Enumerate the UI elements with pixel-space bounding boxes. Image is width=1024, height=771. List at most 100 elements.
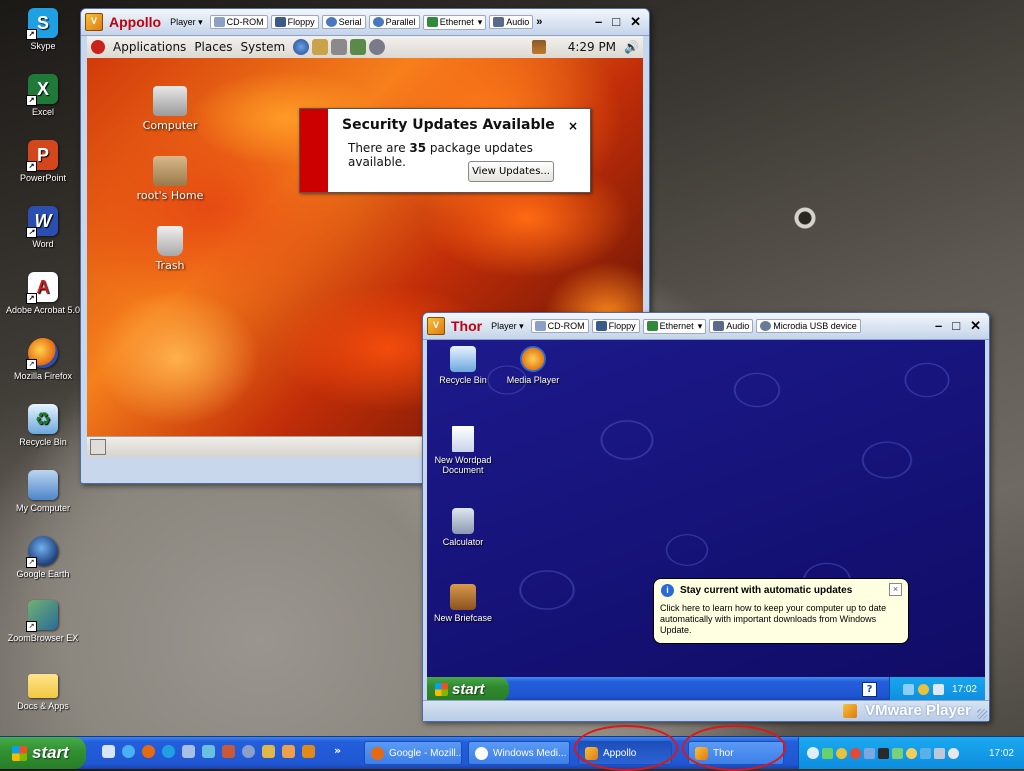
show-desktop-icon[interactable]: [90, 439, 106, 455]
desktop-icon-label: Skype: [30, 41, 56, 51]
appollo-title-bar[interactable]: V Appollo Player ▾ CD-ROM Floppy Serial …: [81, 9, 649, 36]
firefox-icon[interactable]: [142, 745, 155, 758]
update-notifier-icon[interactable]: [531, 40, 546, 54]
tray-icon[interactable]: [920, 747, 931, 759]
tools-launcher-icon[interactable]: [369, 39, 386, 55]
panel-clock[interactable]: 4:29 PM: [568, 40, 616, 54]
tray-expand-icon[interactable]: [807, 747, 819, 759]
device-audio[interactable]: Audio: [709, 319, 754, 333]
ethernet-dropdown[interactable]: ▾: [478, 17, 483, 28]
device-parallel[interactable]: Parallel: [368, 15, 420, 29]
desktop-icon-word[interactable]: W ↗ Word: [6, 206, 80, 250]
minimize-button[interactable]: –: [935, 318, 942, 334]
vmware-icon[interactable]: [302, 745, 315, 758]
desktop-icon-excel[interactable]: X ↗ Excel: [6, 74, 80, 118]
minimize-button[interactable]: –: [595, 14, 602, 30]
gnome-icon-label: root's Home: [136, 189, 204, 202]
view-updates-button[interactable]: View Updates...: [468, 161, 554, 182]
app-icon[interactable]: [242, 745, 255, 758]
device-floppy[interactable]: Floppy: [270, 15, 319, 29]
app-icon[interactable]: [222, 745, 235, 758]
tray-icon[interactable]: [934, 747, 945, 759]
xp-icon-recycle-bin[interactable]: Recycle Bin: [431, 346, 495, 385]
ie-icon[interactable]: [122, 745, 135, 758]
device-floppy[interactable]: Floppy: [591, 319, 640, 333]
desktop-icon-google-earth[interactable]: ↗ Google Earth: [6, 536, 80, 580]
resize-grip-icon[interactable]: [977, 709, 987, 719]
taskbar-button-firefox[interactable]: Google - Mozill...: [364, 741, 462, 765]
desktop-icon-skype[interactable]: S ↗ Skype: [6, 8, 80, 52]
host-clock[interactable]: 17:02: [989, 748, 1024, 759]
notification-title: Security Updates Available: [342, 117, 555, 133]
quick-launch-more[interactable]: »: [334, 744, 341, 757]
thor-start-button[interactable]: start: [427, 677, 509, 701]
xp-icon-calculator[interactable]: Calculator: [431, 508, 495, 547]
network-launcher-icon[interactable]: [331, 39, 348, 55]
gnome-icon-home[interactable]: root's Home: [125, 156, 215, 202]
player-menu[interactable]: Player ▾: [491, 321, 524, 332]
desktop-icon-my-computer[interactable]: My Computer: [6, 470, 80, 514]
display-tray-icon[interactable]: [932, 683, 944, 695]
network-tray-icon[interactable]: [902, 683, 914, 695]
host-start-button[interactable]: start: [0, 737, 86, 769]
automatic-updates-balloon[interactable]: i Stay current with automatic updates × …: [653, 578, 909, 644]
applications-menu[interactable]: Applications: [113, 40, 186, 54]
thor-guest-screen[interactable]: Recycle Bin Media Player New Wordpad Doc…: [427, 340, 985, 677]
tray-icon[interactable]: [850, 747, 861, 759]
tray-icon[interactable]: [822, 747, 833, 759]
device-audio[interactable]: Audio: [489, 15, 534, 29]
device-ethernet[interactable]: Ethernet ▾: [422, 14, 487, 30]
balloon-close-icon[interactable]: ×: [889, 583, 902, 596]
thor-system-tray: 17:02: [889, 677, 985, 701]
desktop-icon-recycle-bin[interactable]: ♻ Recycle Bin: [6, 404, 80, 448]
xp-icon-briefcase[interactable]: New Briefcase: [431, 584, 495, 623]
more-devices-chevron[interactable]: »: [536, 16, 542, 28]
desktop-icon-zoombrowser[interactable]: ↗ ZoomBrowser EX: [4, 600, 82, 644]
close-button[interactable]: ✕: [970, 318, 981, 334]
tray-icon[interactable]: [836, 747, 847, 759]
device-usb[interactable]: Microdia USB device: [756, 319, 861, 333]
device-cd-rom[interactable]: CD-ROM: [209, 15, 268, 29]
security-updates-notification[interactable]: Security Updates Available × There are 3…: [299, 108, 591, 193]
security-tray-icon[interactable]: [917, 683, 929, 695]
notification-close-icon[interactable]: ×: [568, 119, 578, 133]
desktop-icon-acrobat[interactable]: A ↗ Adobe Acrobat 5.0: [2, 272, 84, 316]
quick-launch-icon[interactable]: [102, 745, 115, 758]
tray-icon[interactable]: [892, 747, 903, 759]
system-menu[interactable]: System: [240, 40, 285, 54]
volume-icon[interactable]: 🔊: [624, 40, 639, 54]
device-serial[interactable]: Serial: [321, 15, 366, 29]
help-icon[interactable]: ?: [862, 682, 877, 697]
skype-icon[interactable]: [162, 745, 175, 758]
desktop-icon-powerpoint[interactable]: P ↗ PowerPoint: [6, 140, 80, 184]
places-menu[interactable]: Places: [194, 40, 232, 54]
tray-icon[interactable]: [948, 747, 959, 759]
device-cd-rom[interactable]: CD-ROM: [530, 319, 589, 333]
email-launcher-icon[interactable]: [312, 39, 329, 55]
app-icon[interactable]: [282, 745, 295, 758]
xp-icon-wordpad-document[interactable]: New Wordpad Document: [431, 426, 495, 475]
taskbar-button-media-player[interactable]: Windows Medi...: [468, 741, 570, 765]
notes-launcher-icon[interactable]: [350, 39, 367, 55]
device-ethernet[interactable]: Ethernet ▾: [642, 318, 707, 334]
maximize-button[interactable]: □: [612, 14, 620, 30]
desktop-icon-firefox[interactable]: ↗ Mozilla Firefox: [2, 338, 84, 382]
tray-icon[interactable]: [906, 747, 917, 759]
tray-icon[interactable]: [864, 747, 875, 759]
thor-title-bar[interactable]: V Thor Player ▾ CD-ROM Floppy Ethernet ▾ …: [423, 313, 989, 340]
gnome-icon-trash[interactable]: Trash: [125, 226, 215, 272]
gnome-icon-computer[interactable]: Computer: [125, 86, 215, 132]
device-label: Audio: [506, 17, 530, 27]
app-icon[interactable]: [262, 745, 275, 758]
player-menu[interactable]: Player ▾: [170, 17, 203, 28]
maximize-button[interactable]: □: [952, 318, 960, 334]
desktop-icon-docs-apps[interactable]: Docs & Apps: [6, 670, 80, 712]
tray-icon[interactable]: [878, 747, 889, 759]
app-icon[interactable]: [182, 745, 195, 758]
xp-icon-media-player[interactable]: Media Player: [501, 346, 565, 385]
browser-launcher-icon[interactable]: [293, 39, 310, 55]
app-icon[interactable]: [202, 745, 215, 758]
close-button[interactable]: ✕: [630, 14, 641, 30]
ethernet-dropdown[interactable]: ▾: [698, 321, 703, 332]
thor-clock[interactable]: 17:02: [952, 684, 977, 695]
